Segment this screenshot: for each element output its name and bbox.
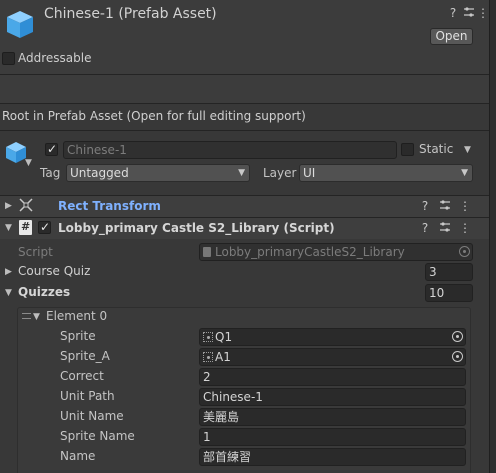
rect-transform-title: Rect Transform bbox=[58, 199, 161, 213]
sprite-label: Sprite bbox=[60, 329, 96, 343]
name-label: Name bbox=[60, 449, 96, 463]
divider bbox=[0, 103, 496, 104]
chevron-right-icon[interactable]: ▶ bbox=[5, 267, 12, 277]
active-checkbox[interactable] bbox=[45, 142, 58, 156]
script-field: Lobby_primaryCastleS2_Library bbox=[199, 243, 473, 261]
static-checkbox[interactable] bbox=[401, 143, 414, 156]
object-picker-icon[interactable] bbox=[452, 331, 463, 342]
sprite-a-field[interactable]: A1 bbox=[199, 348, 466, 366]
help-icon[interactable]: ? bbox=[418, 199, 432, 213]
course-quiz-label[interactable]: Course Quiz bbox=[18, 264, 90, 278]
quizzes-size-field[interactable]: 10 bbox=[425, 284, 473, 302]
name-field[interactable]: 部首練習 bbox=[199, 448, 466, 466]
more-icon[interactable]: ⋮ bbox=[458, 221, 472, 235]
script-enabled-checkbox[interactable] bbox=[38, 220, 51, 234]
chevron-down-icon[interactable]: ▼ bbox=[33, 312, 40, 322]
unit-name-field[interactable]: 美麗島 bbox=[199, 408, 466, 426]
presets-icon[interactable] bbox=[462, 6, 476, 20]
sprite-name-label: Sprite Name bbox=[60, 429, 135, 443]
inspector-title: Chinese-1 (Prefab Asset) bbox=[44, 6, 217, 22]
presets-icon[interactable] bbox=[438, 221, 452, 235]
script-file-icon bbox=[203, 247, 211, 257]
element-0-title[interactable]: Element 0 bbox=[46, 309, 107, 323]
unit-path-label: Unit Path bbox=[60, 389, 115, 403]
open-button[interactable]: Open bbox=[430, 28, 473, 45]
static-dropdown-icon[interactable]: ▼ bbox=[464, 145, 471, 155]
sprite-name-field[interactable]: 1 bbox=[199, 428, 466, 446]
rect-transform-icon bbox=[19, 198, 33, 212]
script-value: Lobby_primaryCastleS2_Library bbox=[215, 245, 405, 259]
chevron-down-icon: ▼ bbox=[238, 168, 245, 178]
scrollbar[interactable] bbox=[489, 0, 496, 473]
script-component-title: Lobby_primary Castle S2_Library (Script) bbox=[58, 221, 335, 235]
layer-dropdown[interactable]: UI ▼ bbox=[299, 164, 473, 182]
tag-label: Tag bbox=[40, 166, 61, 180]
correct-field[interactable]: 2 bbox=[199, 368, 466, 386]
sprite-value: Q1 bbox=[215, 330, 233, 344]
sprite-a-value: A1 bbox=[215, 350, 231, 364]
addressable-checkbox[interactable] bbox=[2, 52, 15, 65]
more-icon[interactable]: ⋮ bbox=[458, 199, 472, 213]
script-label: Script bbox=[18, 245, 53, 259]
layer-label: Layer bbox=[263, 166, 297, 180]
prefab-info-text: Root in Prefab Asset (Open for full edit… bbox=[2, 109, 306, 123]
help-icon[interactable]: ? bbox=[446, 6, 460, 20]
prefab-cube-icon bbox=[4, 8, 36, 40]
correct-label: Correct bbox=[60, 369, 104, 383]
addressable-label: Addressable bbox=[18, 51, 92, 65]
unit-path-field[interactable]: Chinese-1 bbox=[199, 388, 466, 406]
static-label: Static bbox=[419, 142, 454, 156]
object-picker-icon[interactable] bbox=[452, 351, 463, 362]
divider bbox=[0, 74, 496, 75]
layer-value: UI bbox=[303, 166, 316, 180]
chevron-down-icon[interactable]: ▼ bbox=[5, 223, 12, 233]
quizzes-label[interactable]: Quizzes bbox=[18, 285, 70, 299]
divider bbox=[0, 130, 496, 131]
gameobject-name-field[interactable]: Chinese-1 bbox=[63, 141, 397, 159]
drag-handle-icon[interactable] bbox=[22, 313, 31, 319]
tag-dropdown[interactable]: Untagged ▼ bbox=[66, 164, 250, 182]
chevron-down-icon[interactable]: ▼ bbox=[25, 158, 32, 168]
unit-name-label: Unit Name bbox=[60, 409, 124, 423]
presets-icon[interactable] bbox=[438, 199, 452, 213]
chevron-down-icon: ▼ bbox=[461, 168, 468, 178]
course-quiz-size-field[interactable]: 3 bbox=[425, 263, 473, 281]
sprite-field[interactable]: Q1 bbox=[199, 328, 466, 346]
tag-value: Untagged bbox=[70, 166, 129, 180]
more-icon[interactable]: ⋮ bbox=[476, 6, 490, 20]
chevron-down-icon[interactable]: ▼ bbox=[5, 288, 12, 298]
chevron-right-icon[interactable]: ▶ bbox=[5, 201, 12, 211]
script-icon: # bbox=[19, 220, 32, 235]
sprite-a-label: Sprite_A bbox=[60, 349, 110, 363]
sprite-icon bbox=[203, 332, 213, 342]
object-picker-icon bbox=[459, 246, 470, 257]
sprite-icon bbox=[203, 352, 213, 362]
help-icon[interactable]: ? bbox=[418, 221, 432, 235]
